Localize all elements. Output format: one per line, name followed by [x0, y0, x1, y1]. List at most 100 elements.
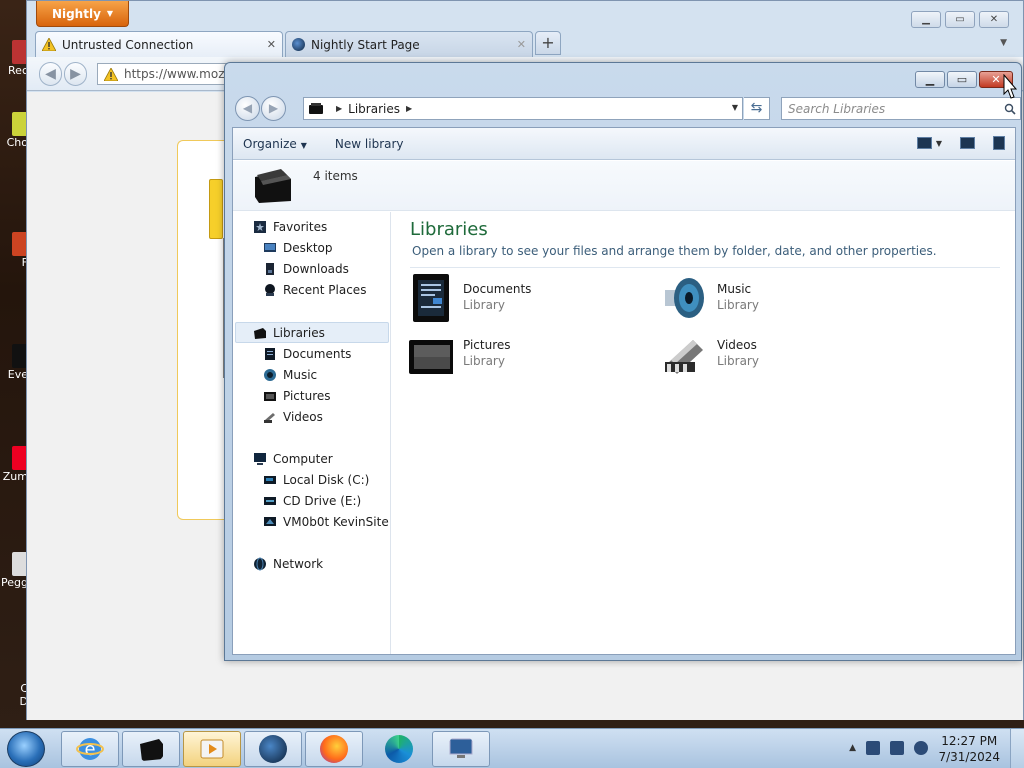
nav-item-music[interactable]: Music — [263, 365, 317, 385]
chevron-down-icon[interactable]: ▼ — [936, 139, 942, 148]
forward-button[interactable]: ▶ — [261, 96, 286, 121]
network-icon[interactable] — [914, 741, 928, 755]
help-icon[interactable] — [993, 136, 1005, 150]
pictures-library-icon — [409, 340, 453, 374]
nav-favorites[interactable]: Favorites — [253, 217, 327, 237]
breadcrumb-libraries[interactable]: Libraries — [348, 102, 400, 116]
search-input[interactable] — [788, 101, 988, 116]
display-icon[interactable] — [890, 741, 904, 755]
library-item-videos[interactable]: Videos Library — [663, 330, 759, 378]
desktop-icon[interactable]: Eve — [0, 344, 28, 381]
nav-item-pictures[interactable]: Pictures — [263, 386, 331, 406]
nav-item-videos[interactable]: Videos — [263, 407, 323, 427]
network-globe-icon — [254, 557, 266, 571]
explorer-window: ▁ ▭ ✕ ◀ ▶ ▶ Libraries ▶ ▼ ⇆ Organize▼ Ne… — [224, 62, 1022, 661]
search-icon[interactable] — [1004, 103, 1016, 115]
address-bar[interactable]: ▶ Libraries ▶ ▼ — [303, 97, 743, 120]
nav-label: Local Disk (C:) — [283, 473, 370, 487]
minimize-button[interactable]: ▁ — [915, 71, 945, 88]
close-tab-icon[interactable]: ✕ — [267, 38, 276, 51]
taskbar-remote-desktop[interactable] — [432, 731, 490, 767]
music-icon — [264, 369, 276, 381]
taskbar-internet-explorer[interactable]: e — [61, 731, 119, 767]
tab-strip: Untrusted Connection ✕ Nightly Start Pag… — [35, 31, 561, 57]
minimize-button[interactable]: ▁ — [911, 11, 941, 28]
taskbar-edge[interactable] — [370, 731, 428, 767]
nav-item-local-disk[interactable]: Local Disk (C:) — [263, 470, 369, 490]
new-tab-button[interactable]: + — [535, 31, 561, 55]
cd-drive-icon — [264, 497, 276, 505]
system-tray: ▲ — [849, 741, 928, 755]
library-type: Library — [463, 298, 505, 312]
breadcrumb-chevron-icon[interactable]: ▶ — [336, 104, 342, 113]
hard-drive-icon — [264, 476, 276, 484]
back-button[interactable]: ◀ — [39, 62, 62, 86]
explorer-window-controls: ▁ ▭ ✕ — [915, 71, 1013, 88]
back-button[interactable]: ◀ — [235, 96, 260, 121]
change-view-icon[interactable] — [916, 137, 932, 149]
forward-button[interactable]: ▶ — [64, 62, 87, 86]
clock-time: 12:27 PM — [941, 734, 998, 748]
tab-untrusted-connection[interactable]: Untrusted Connection ✕ — [35, 31, 283, 57]
nav-libraries[interactable]: Libraries — [253, 323, 325, 343]
nav-item-cd-drive[interactable]: CD Drive (E:) — [263, 491, 361, 511]
clock[interactable]: 12:27 PM 7/31/2024 — [938, 733, 1000, 765]
taskbar-nightly[interactable] — [244, 731, 302, 767]
desktop-icon[interactable]: Rec — [0, 40, 28, 77]
taskbar-media-player[interactable] — [183, 731, 241, 767]
desktop-icon[interactable]: Pegg — [0, 552, 28, 589]
nightly-menu-label: Nightly — [51, 6, 101, 21]
list-all-tabs-icon[interactable]: ▼ — [1000, 38, 1007, 48]
maximize-button[interactable]: ▭ — [945, 11, 975, 28]
library-type: Library — [717, 354, 759, 368]
library-item-music[interactable]: Music Library — [663, 274, 759, 322]
desktop-icon[interactable]: Cho — [0, 112, 28, 149]
media-player-icon — [200, 739, 224, 759]
close-button[interactable]: ✕ — [979, 11, 1009, 28]
refresh-button[interactable]: ⇆ — [744, 97, 770, 120]
browser-window-controls: ▁ ▭ ✕ — [911, 11, 1009, 28]
action-center-icon[interactable] — [866, 741, 880, 755]
command-bar: Organize ▼ New library ▼ — [233, 128, 1015, 160]
desktop-icon[interactable]: C D — [0, 682, 28, 708]
taskbar: e ▲ 12:27 PM 7/31/2024 — [0, 728, 1024, 768]
nav-item-documents[interactable]: Documents — [263, 344, 351, 364]
address-row: ◀ ▶ ▶ Libraries ▶ ▼ ⇆ — [233, 95, 1021, 121]
nav-network[interactable]: Network — [253, 554, 323, 574]
tab-nightly-start-page[interactable]: Nightly Start Page ✕ — [285, 31, 533, 57]
nav-item-downloads[interactable]: Downloads — [263, 259, 349, 279]
page-title: Libraries — [410, 219, 488, 240]
show-desktop-button[interactable] — [1010, 729, 1024, 768]
library-name: Music — [717, 282, 752, 296]
edge-icon — [385, 735, 413, 763]
nav-computer[interactable]: Computer — [253, 449, 333, 469]
nav-item-network-drive[interactable]: VM0b0t KevinSite — [263, 512, 389, 532]
library-name: Pictures — [463, 338, 511, 352]
start-button[interactable] — [7, 731, 45, 767]
explorer-content: Organize ▼ New library ▼ 4 items Favorite… — [232, 127, 1016, 655]
preview-pane-icon[interactable] — [960, 137, 975, 149]
show-hidden-icons-icon[interactable]: ▲ — [849, 743, 856, 753]
nav-label: Favorites — [273, 220, 328, 234]
close-tab-icon[interactable]: ✕ — [517, 38, 526, 51]
details-pane: 4 items — [233, 161, 1015, 211]
taskbar-libraries[interactable] — [122, 731, 180, 767]
desktop-icon[interactable]: F — [0, 232, 28, 269]
new-library-button[interactable]: New library — [335, 137, 404, 151]
nav-item-desktop[interactable]: Desktop — [263, 238, 333, 258]
address-dropdown-icon[interactable]: ▼ — [732, 103, 738, 112]
library-item-documents[interactable]: Documents Library — [409, 274, 531, 322]
library-item-pictures[interactable]: Pictures Library — [409, 330, 511, 378]
maximize-button[interactable]: ▭ — [947, 71, 977, 88]
organize-button[interactable]: Organize ▼ — [243, 137, 307, 151]
library-name: Videos — [717, 338, 757, 352]
nav-item-recent-places[interactable]: Recent Places — [263, 280, 366, 300]
nightly-menu-button[interactable]: Nightly ▼ — [36, 1, 129, 27]
library-type: Library — [717, 298, 759, 312]
taskbar-firefox[interactable] — [305, 731, 363, 767]
desktop-icon[interactable]: Zum — [0, 446, 28, 483]
nav-label: Pictures — [283, 389, 331, 403]
videos-icon — [264, 413, 275, 423]
breadcrumb-chevron-icon[interactable]: ▶ — [406, 104, 412, 113]
library-type: Library — [463, 354, 505, 368]
